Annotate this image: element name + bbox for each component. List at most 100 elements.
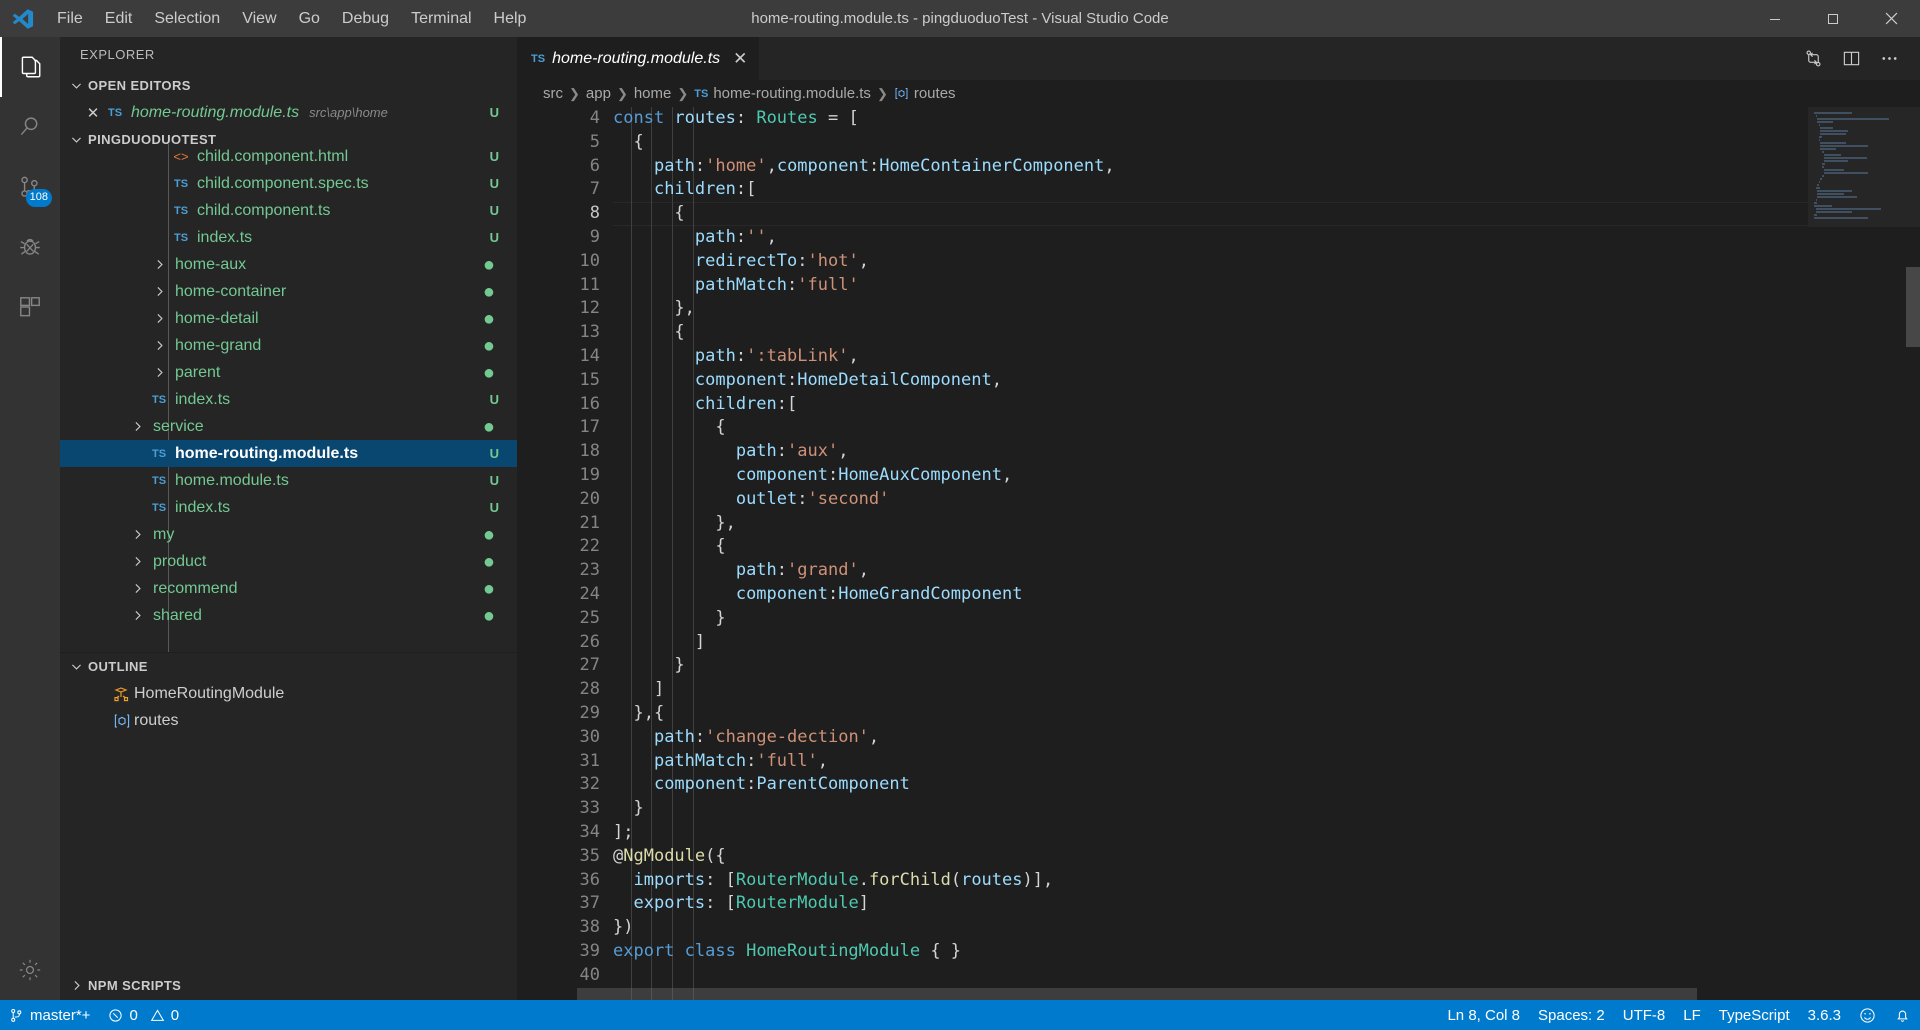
- code-line[interactable]: },: [613, 512, 1808, 536]
- vertical-scrollbar[interactable]: [1906, 107, 1920, 1000]
- menu-terminal[interactable]: Terminal: [400, 6, 482, 32]
- code-line[interactable]: redirectTo:'hot',: [613, 250, 1808, 274]
- code-line[interactable]: exports: [RouterModule]: [613, 892, 1808, 916]
- tree-file[interactable]: TS home.module.ts U: [60, 467, 517, 494]
- menu-go[interactable]: Go: [288, 6, 331, 32]
- open-editors-header[interactable]: OPEN EDITORS: [60, 72, 517, 99]
- more-actions-icon[interactable]: [1872, 37, 1906, 80]
- menu-selection[interactable]: Selection: [143, 6, 231, 32]
- menu-debug[interactable]: Debug: [331, 6, 400, 32]
- code-line[interactable]: component:HomeDetailComponent,: [613, 369, 1808, 393]
- status-problems[interactable]: 0 0: [99, 1000, 188, 1030]
- code-line[interactable]: imports: [RouterModule.forChild(routes)]…: [613, 869, 1808, 893]
- code-line[interactable]: path:':tabLink',: [613, 345, 1808, 369]
- code-line[interactable]: }: [613, 607, 1808, 631]
- horizontal-scrollbar-thumb[interactable]: [577, 988, 1697, 1000]
- code-line[interactable]: component:ParentComponent: [613, 773, 1808, 797]
- activity-search[interactable]: [0, 97, 60, 157]
- code-line[interactable]: const routes: Routes = [: [613, 107, 1808, 131]
- tree-folder[interactable]: my ●: [60, 521, 517, 548]
- code-editor[interactable]: 4 5 6 7 8 9 10 11 12 13 14 15 16 17 18 19 20 21 22 23 24 25 26…: [517, 107, 1920, 1000]
- breadcrumb-app[interactable]: app: [586, 85, 611, 102]
- tree-file[interactable]: TS child.component.ts U: [60, 197, 517, 224]
- code-line[interactable]: path:'change-dection',: [613, 726, 1808, 750]
- code-line[interactable]: }: [613, 654, 1808, 678]
- tab-close-icon[interactable]: ✕: [727, 49, 747, 69]
- code-line[interactable]: },: [613, 297, 1808, 321]
- horizontal-scrollbar[interactable]: [517, 988, 1920, 1000]
- tree-file[interactable]: TS index.ts U: [60, 386, 517, 413]
- status-branch[interactable]: master*+: [0, 1000, 99, 1030]
- code-line[interactable]: @NgModule({: [613, 845, 1808, 869]
- code-content[interactable]: const routes: Routes = [ { path:'home',c…: [613, 107, 1808, 1000]
- code-line[interactable]: path:'grand',: [613, 559, 1808, 583]
- tree-folder[interactable]: product ●: [60, 548, 517, 575]
- code-line[interactable]: },{: [613, 702, 1808, 726]
- status-encoding[interactable]: UTF-8: [1614, 1000, 1675, 1030]
- minimap[interactable]: [1808, 107, 1920, 1000]
- code-line[interactable]: {: [613, 416, 1808, 440]
- code-line[interactable]: path:'home',component:HomeContainerCompo…: [613, 155, 1808, 179]
- code-line[interactable]: [613, 964, 1808, 988]
- status-ts-version[interactable]: 3.6.3: [1799, 1000, 1850, 1030]
- outline-header[interactable]: OUTLINE: [60, 653, 517, 680]
- menu-file[interactable]: File: [46, 6, 94, 32]
- close-icon[interactable]: ✕: [82, 104, 104, 122]
- open-changes-icon[interactable]: [1796, 37, 1830, 80]
- code-line[interactable]: outlet:'second': [613, 488, 1808, 512]
- open-editor-item[interactable]: ✕ TS home-routing.module.ts src\app\home…: [60, 99, 517, 126]
- status-eol[interactable]: LF: [1674, 1000, 1710, 1030]
- tree-folder[interactable]: home-detail ●: [60, 305, 517, 332]
- code-line[interactable]: children:[: [613, 178, 1808, 202]
- tree-folder[interactable]: home-grand ●: [60, 332, 517, 359]
- menu-view[interactable]: View: [231, 6, 287, 32]
- tree-folder[interactable]: home-container ●: [60, 278, 517, 305]
- outline-item-variable[interactable]: routes: [60, 707, 517, 734]
- breadcrumb-home[interactable]: home: [634, 85, 672, 102]
- code-line[interactable]: pathMatch:'full',: [613, 750, 1808, 774]
- code-line[interactable]: ];: [613, 821, 1808, 845]
- code-line[interactable]: component:HomeGrandComponent: [613, 583, 1808, 607]
- breadcrumb-symbol[interactable]: routes: [894, 85, 956, 102]
- activity-source-control[interactable]: 108: [0, 157, 60, 217]
- breadcrumb-file[interactable]: TS home-routing.module.ts: [694, 85, 871, 102]
- activity-manage-gear[interactable]: [0, 940, 60, 1000]
- minimize-button[interactable]: [1746, 0, 1804, 37]
- tree-folder[interactable]: shared ●: [60, 602, 517, 629]
- tree-file[interactable]: TS index.ts U: [60, 224, 517, 251]
- menu-edit[interactable]: Edit: [94, 6, 144, 32]
- status-feedback-smiley-icon[interactable]: [1850, 1000, 1885, 1030]
- code-line[interactable]: {: [613, 321, 1808, 345]
- tree-file[interactable]: TS index.ts U: [60, 494, 517, 521]
- code-line[interactable]: pathMatch:'full': [613, 274, 1808, 298]
- activity-extensions[interactable]: [0, 277, 60, 337]
- npm-scripts-header[interactable]: NPM SCRIPTS: [60, 970, 517, 1000]
- status-indentation[interactable]: Spaces: 2: [1529, 1000, 1614, 1030]
- activity-debug[interactable]: [0, 217, 60, 277]
- tree-folder[interactable]: recommend ●: [60, 575, 517, 602]
- activity-explorer[interactable]: [0, 37, 60, 97]
- maximize-button[interactable]: [1804, 0, 1862, 37]
- close-button[interactable]: [1862, 0, 1920, 37]
- tree-folder[interactable]: home-aux ●: [60, 251, 517, 278]
- status-notifications-bell-icon[interactable]: [1885, 1000, 1920, 1030]
- tree-file[interactable]: TS child.component.spec.ts U: [60, 170, 517, 197]
- code-line[interactable]: path:'aux',: [613, 440, 1808, 464]
- code-line[interactable]: export class HomeRoutingModule { }: [613, 940, 1808, 964]
- code-line[interactable]: ]: [613, 678, 1808, 702]
- code-line[interactable]: {: [613, 131, 1808, 155]
- code-line[interactable]: component:HomeAuxComponent,: [613, 464, 1808, 488]
- tree-file[interactable]: <> child.component.html U: [60, 143, 517, 170]
- code-line[interactable]: path:'',: [613, 226, 1808, 250]
- breadcrumb-src[interactable]: src: [543, 85, 563, 102]
- outline-item-class[interactable]: HomeRoutingModule: [60, 680, 517, 707]
- code-line[interactable]: }): [613, 916, 1808, 940]
- vertical-scrollbar-thumb[interactable]: [1906, 267, 1920, 347]
- tree-file[interactable]: TS home-routing.module.ts U: [60, 440, 517, 467]
- menu-help[interactable]: Help: [483, 6, 538, 32]
- code-line[interactable]: ]: [613, 631, 1808, 655]
- code-line[interactable]: children:[: [613, 393, 1808, 417]
- tree-folder[interactable]: service ●: [60, 413, 517, 440]
- code-line[interactable]: {: [613, 535, 1808, 559]
- split-editor-icon[interactable]: [1834, 37, 1868, 80]
